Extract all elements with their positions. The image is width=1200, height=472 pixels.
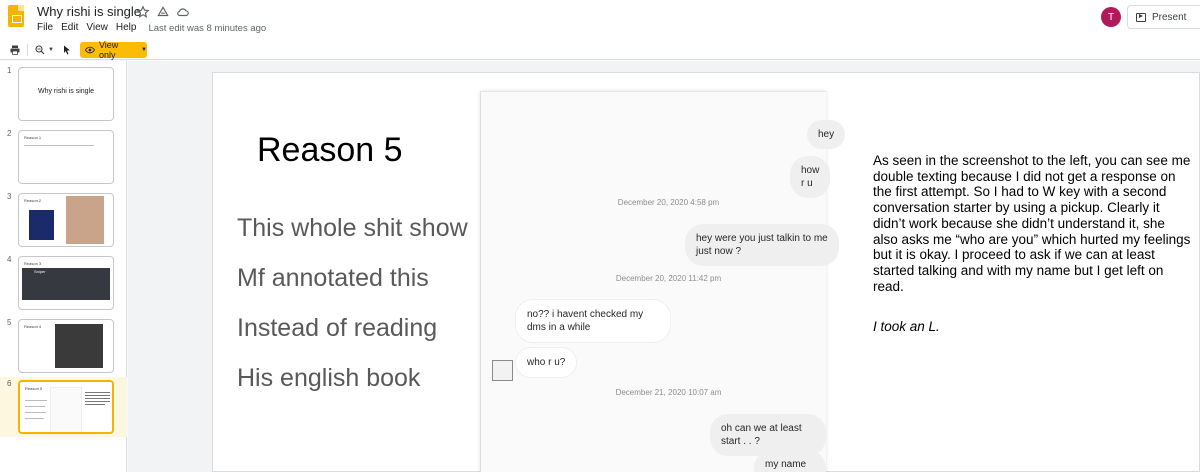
thumbnail-frame: Reason 3 Sniper: [18, 256, 114, 310]
slides-app: Why rishi is single File Edit View Help …: [0, 0, 1200, 472]
zoom-icon[interactable]: ▼: [33, 42, 55, 58]
thumbnail-title: Reason 3: [24, 261, 42, 266]
thumbnail-text-line: [85, 398, 110, 399]
slide-number: 2: [7, 129, 12, 138]
thumbnail-image: [29, 210, 54, 240]
chat-message-received: no?? i havent checked my dms in a while: [515, 299, 671, 343]
slide-number: 4: [7, 255, 12, 264]
present-label: Present: [1152, 11, 1187, 23]
thumbnail-frame: Reason 2: [18, 193, 114, 247]
menu-file[interactable]: File: [37, 22, 53, 34]
thumbnail-image: [66, 196, 104, 244]
menu-view[interactable]: View: [86, 22, 108, 34]
thumbnail-frame: Why rishi is single: [18, 67, 114, 121]
thumbnail-title: Reason 2: [24, 198, 42, 203]
thumbnail-text-line: [25, 418, 44, 419]
thumbnail-caption: Sniper: [34, 269, 46, 274]
slide-thumbnail-3[interactable]: 3 Reason 2: [0, 190, 127, 248]
chat-timestamp: December 21, 2020 10:07 am: [615, 388, 722, 397]
thumbnail-title: Reason 4: [24, 324, 42, 329]
slides-logo-icon[interactable]: [8, 5, 24, 27]
chat-screenshot[interactable]: hey how r u December 20, 2020 4:58 pm he…: [480, 91, 846, 472]
slide-number: 5: [7, 318, 12, 327]
slide-number: 6: [7, 379, 12, 388]
thumbnail-text-line: [25, 406, 45, 407]
present-icon: [1136, 12, 1146, 22]
thumbnail-title: Why rishi is single: [37, 88, 94, 95]
account-avatar[interactable]: T: [1101, 7, 1121, 27]
chat-message-sent: my name is rishi: [754, 450, 826, 472]
move-to-drive-icon[interactable]: [156, 5, 170, 19]
thumbnail-image: [55, 324, 103, 368]
select-cursor-icon[interactable]: [60, 42, 74, 58]
slide-thumbnail-2[interactable]: 2 Reason 1: [0, 127, 127, 185]
thumbnail-text-line: [85, 401, 110, 402]
slide-number: 1: [7, 66, 12, 75]
view-only-button[interactable]: View only ▼: [80, 40, 147, 60]
chevron-down-icon: ▼: [141, 47, 147, 53]
slide-title[interactable]: Reason 5: [257, 131, 403, 170]
thumbnail-image: Sniper: [22, 268, 110, 300]
thumbnail-text-line: [24, 145, 94, 146]
toolbar: ▼ View only ▼: [0, 40, 1200, 60]
last-edit-status[interactable]: Last edit was 8 minutes ago: [148, 23, 266, 34]
slide-body-line[interactable]: Mf annotated this: [237, 264, 429, 293]
slide-thumbnail-4[interactable]: 4 Reason 3 Sniper: [0, 253, 127, 311]
thumbnail-text-line: [85, 392, 110, 393]
print-icon[interactable]: [7, 42, 23, 58]
chat-message-sent: hey were you just talkin to me just now …: [685, 224, 839, 266]
menu-edit[interactable]: Edit: [61, 22, 78, 34]
present-button[interactable]: Present: [1127, 5, 1200, 29]
title-icons: [136, 5, 190, 19]
slide-thumbnail-5[interactable]: 5 Reason 4: [0, 316, 127, 374]
thumbnail-text-line: [85, 404, 105, 405]
slide-filmstrip: 1 Why rishi is single 2 Reason 1 3 Reaso…: [0, 61, 127, 472]
conclusion-text[interactable]: I took an L.: [873, 319, 940, 334]
app-header: Why rishi is single File Edit View Help …: [0, 0, 1200, 40]
slide-number: 3: [7, 192, 12, 201]
thumbnail-frame: Reason 5: [18, 380, 114, 434]
chat-message-received: who r u?: [515, 347, 578, 378]
chat-message-sent: how r u: [790, 156, 831, 198]
thumbnail-frame: Reason 1: [18, 130, 114, 184]
chat-message-sent: hey: [807, 120, 846, 149]
thumbnail-title: Reason 1: [24, 135, 42, 140]
slide-thumbnail-6[interactable]: 6 Reason 5: [0, 377, 127, 437]
thumbnail-text-line: [25, 400, 47, 401]
star-icon[interactable]: [136, 5, 150, 19]
menu-bar: File Edit View Help Last edit was 8 minu…: [37, 22, 266, 34]
thumbnail-text-line: [85, 395, 110, 396]
slide-body-line[interactable]: Instead of reading: [237, 314, 437, 343]
view-only-label: View only: [98, 40, 119, 60]
thumbnail-text-line: [25, 412, 46, 413]
current-slide: Reason 5 This whole shit show Mf annotat…: [212, 72, 1200, 472]
document-title[interactable]: Why rishi is single: [37, 4, 141, 19]
slide-thumbnail-1[interactable]: 1 Why rishi is single: [0, 64, 127, 122]
eye-icon: [85, 46, 95, 54]
slide-body-line[interactable]: His english book: [237, 364, 420, 393]
toolbar-divider: [27, 44, 28, 56]
thumbnail-frame: Reason 4: [18, 319, 114, 373]
thumbnail-title: Reason 5: [25, 386, 43, 391]
chat-timestamp: December 20, 2020 4:58 pm: [617, 198, 720, 207]
chat-timestamp: December 20, 2020 11:42 pm: [615, 274, 722, 283]
thumbnail-image: [50, 387, 82, 432]
menu-help[interactable]: Help: [116, 22, 137, 34]
cloud-saved-icon[interactable]: [176, 5, 190, 19]
explanation-text[interactable]: As seen in the screenshot to the left, y…: [873, 153, 1193, 294]
contact-avatar: [492, 360, 513, 381]
slide-body-line[interactable]: This whole shit show: [237, 214, 468, 243]
